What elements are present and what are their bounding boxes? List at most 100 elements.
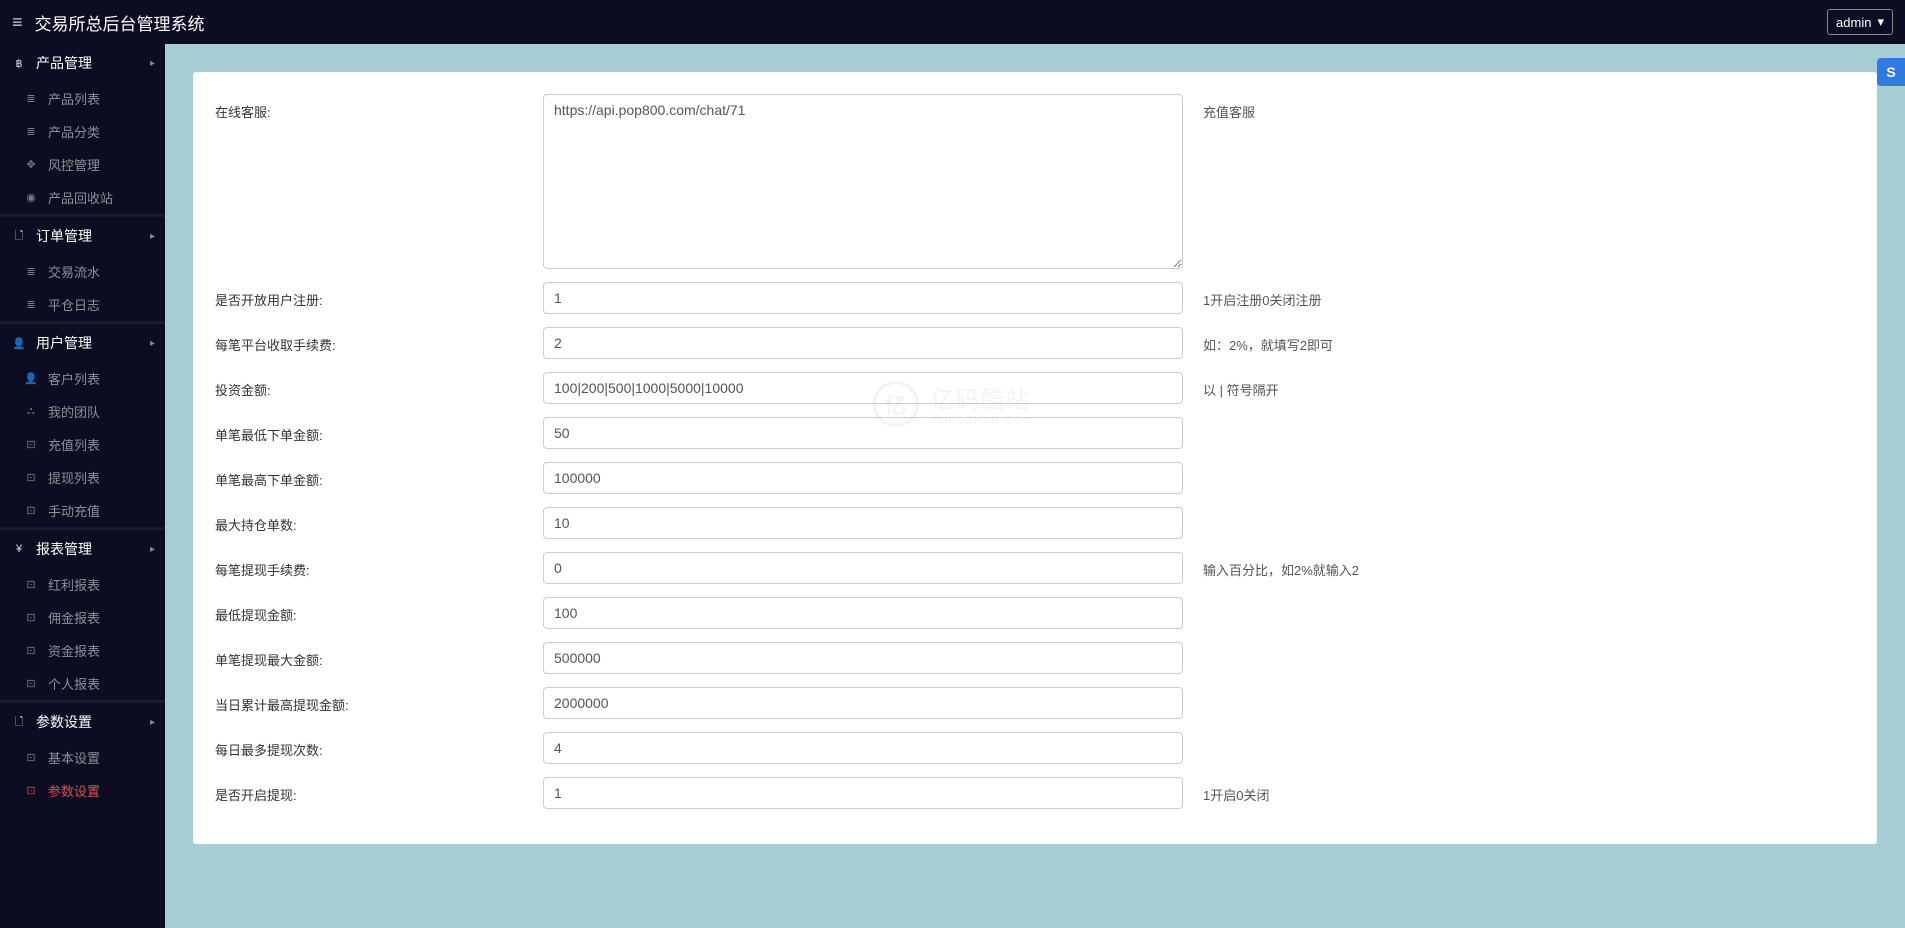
item-label: 平仓日志 <box>48 295 100 314</box>
sidebar-item[interactable]: ⊡ 个人报表 <box>0 667 165 700</box>
caret-down-icon: ▾ <box>1877 14 1884 30</box>
item-label: 手动充值 <box>48 501 100 520</box>
form-input[interactable] <box>543 327 1183 359</box>
form-hint <box>1183 687 1867 703</box>
side-badge[interactable]: S <box>1877 58 1905 86</box>
header-right: admin ▾ <box>1827 9 1893 35</box>
sidebar-item[interactable]: ⊡资金报表 <box>0 634 165 667</box>
form-label: 单笔最低下单金额: <box>203 417 543 452</box>
sidebar-item[interactable]: ⛬我的团队 <box>0 395 165 428</box>
item-label: 个人报表 <box>48 674 100 693</box>
item-label: 红利报表 <box>48 575 100 594</box>
item-icon: ≣ <box>24 265 38 278</box>
sidebar-item[interactable]: ⊡参数设置 <box>0 774 165 807</box>
settings-panel: 在线客服:充值客服是否开放用户注册:1开启注册0关闭注册每笔平台收取手续费:如：… <box>193 72 1877 844</box>
sidebar-item[interactable]: ✥风控管理 <box>0 148 165 181</box>
form-hint: 以 | 符号隔开 <box>1183 372 1867 407</box>
menu-icon[interactable]: ≡ <box>12 12 23 33</box>
form-control-wrap <box>543 327 1183 359</box>
form-label: 投资金额: <box>203 372 543 407</box>
form-control-wrap <box>543 94 1183 272</box>
item-icon: ⊡ <box>24 751 38 764</box>
sidebar-group-header[interactable]: ¥报表管理▸ <box>0 527 165 568</box>
sidebar-item[interactable]: ⊡提现列表 <box>0 461 165 494</box>
user-name: admin <box>1836 15 1871 30</box>
group-icon: 🗋 <box>12 227 26 246</box>
group-label: 产品管理 <box>36 53 92 73</box>
form-input[interactable] <box>543 777 1183 809</box>
form-row: 最低提现金额: <box>203 597 1867 632</box>
form-input[interactable] <box>543 417 1183 449</box>
form-control-wrap <box>543 777 1183 809</box>
item-icon: ◉ <box>24 191 38 204</box>
item-label: 我的团队 <box>48 402 100 421</box>
form-row: 最大持仓单数: <box>203 507 1867 542</box>
form-control-wrap <box>543 597 1183 629</box>
form-input[interactable] <box>543 282 1183 314</box>
item-icon: ⊡ <box>24 644 38 657</box>
sidebar-group: ฿产品管理▸≣产品列表≣产品分类✥风控管理◉产品回收站 <box>0 44 165 214</box>
caret-right-icon: ▸ <box>150 544 155 555</box>
form-input[interactable] <box>543 687 1183 719</box>
item-icon: ⊡ <box>24 677 38 690</box>
sidebar-item[interactable]: ⊡ 基本设置 <box>0 741 165 774</box>
sidebar-item[interactable]: 👤客户列表 <box>0 362 165 395</box>
sidebar-group-header[interactable]: 🗋参数设置▸ <box>0 700 165 741</box>
item-icon: ≣ <box>24 125 38 138</box>
sidebar-group: ¥报表管理▸⊡红利报表⊡佣金报表⊡资金报表⊡个人报表 <box>0 527 165 700</box>
sidebar-group-header[interactable]: 🗋订单管理▸ <box>0 214 165 255</box>
form-input[interactable] <box>543 642 1183 674</box>
form-control-wrap <box>543 732 1183 764</box>
form-row: 当日累计最高提现金额: <box>203 687 1867 722</box>
sidebar-item[interactable]: ⊡手动充值 <box>0 494 165 527</box>
sidebar-item[interactable]: ≣交易流水 <box>0 255 165 288</box>
form-input[interactable] <box>543 372 1183 404</box>
user-menu-button[interactable]: admin ▾ <box>1827 9 1893 35</box>
item-label: 风控管理 <box>48 155 100 174</box>
caret-right-icon: ▸ <box>150 231 155 242</box>
form-input[interactable] <box>543 597 1183 629</box>
sidebar-item[interactable]: ⊡ 佣金报表 <box>0 601 165 634</box>
sidebar-item[interactable]: ≣平仓日志 <box>0 288 165 321</box>
form-row: 单笔提现最大金额: <box>203 642 1867 677</box>
form-label: 单笔提现最大金额: <box>203 642 543 677</box>
form-row: 在线客服:充值客服 <box>203 94 1867 272</box>
sidebar-item[interactable]: ≣产品列表 <box>0 82 165 115</box>
form-row: 每日最多提现次数: <box>203 732 1867 767</box>
form-row: 是否开启提现:1开启0关闭 <box>203 777 1867 812</box>
form-control-wrap <box>543 552 1183 584</box>
form-input[interactable] <box>543 94 1183 269</box>
item-icon: ⊡ <box>24 611 38 624</box>
sidebar-item[interactable]: ⊡充值列表 <box>0 428 165 461</box>
form-input[interactable] <box>543 462 1183 494</box>
form-label: 在线客服: <box>203 94 543 129</box>
form-control-wrap <box>543 642 1183 674</box>
sidebar-item[interactable]: ≣ 产品分类 <box>0 115 165 148</box>
item-label: 产品分类 <box>48 122 100 141</box>
form-input[interactable] <box>543 552 1183 584</box>
header: ≡ 交易所总后台管理系统 admin ▾ <box>0 0 1905 44</box>
form-hint <box>1183 642 1867 658</box>
item-label: 充值列表 <box>48 435 100 454</box>
form-input[interactable] <box>543 732 1183 764</box>
form-label: 最大持仓单数: <box>203 507 543 542</box>
form-hint <box>1183 732 1867 748</box>
sidebar-item[interactable]: ⊡红利报表 <box>0 568 165 601</box>
item-label: 佣金报表 <box>48 608 100 627</box>
sidebar-group: 🗋订单管理▸≣交易流水≣平仓日志 <box>0 214 165 321</box>
item-label: 提现列表 <box>48 468 100 487</box>
form-hint: 如：2%，就填写2即可 <box>1183 327 1867 362</box>
form-label: 每笔提现手续费: <box>203 552 543 587</box>
form-input[interactable] <box>543 507 1183 539</box>
sidebar-group-header[interactable]: 👤用户管理▸ <box>0 321 165 362</box>
item-label: 基本设置 <box>48 748 100 767</box>
sidebar-item[interactable]: ◉产品回收站 <box>0 181 165 214</box>
item-icon: ≣ <box>24 92 38 105</box>
sidebar-group-header[interactable]: ฿产品管理▸ <box>0 44 165 82</box>
group-label: 参数设置 <box>36 712 92 732</box>
form-hint <box>1183 597 1867 613</box>
form-hint <box>1183 507 1867 523</box>
form-label: 每日最多提现次数: <box>203 732 543 767</box>
group-label: 报表管理 <box>36 539 92 559</box>
sidebar-group: 👤用户管理▸👤客户列表⛬我的团队⊡充值列表⊡提现列表⊡手动充值 <box>0 321 165 527</box>
